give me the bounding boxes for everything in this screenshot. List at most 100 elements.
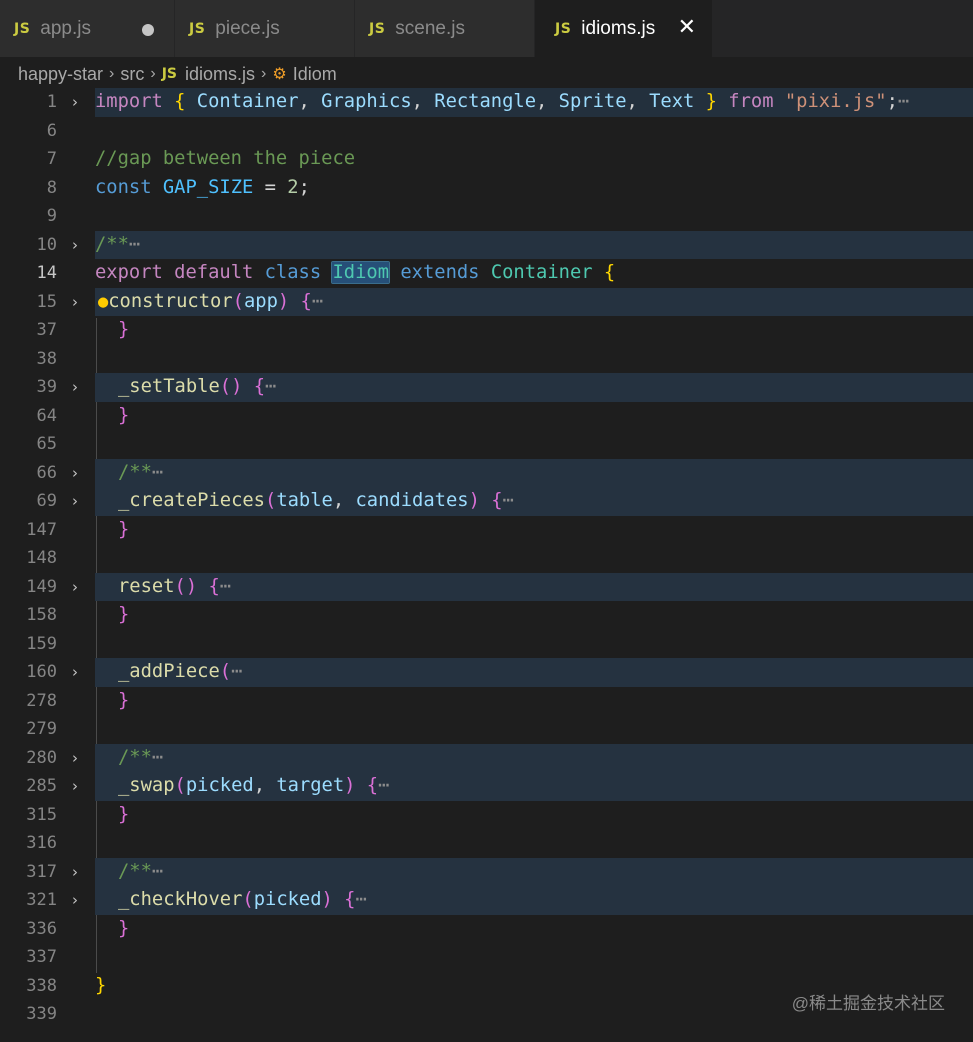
code-line: 38 (0, 345, 973, 374)
code-line: 15 › ●constructor(app) {⋯ (0, 287, 973, 317)
code-line: 285 › _swap(picked, target) {⋯ (0, 772, 973, 801)
code-line: 278 } (0, 687, 973, 716)
code-text: } (118, 319, 130, 340)
js-file-icon: JS (14, 20, 31, 37)
code-line: 160 › _addPiece(⋯ (0, 658, 973, 687)
fold-chevron-icon[interactable]: › (72, 886, 78, 915)
code-line: 147 } (0, 516, 973, 545)
fold-chevron-icon[interactable]: › (72, 88, 78, 117)
watermark: @稀土掘金技术社区 (791, 994, 945, 1013)
line-number: 39 (36, 377, 57, 397)
folded-ellipsis-icon: ⋯ (265, 376, 277, 397)
code-text: } (118, 803, 130, 825)
code-line: 37 } (0, 316, 973, 345)
tab-app-js[interactable]: JS app.js (0, 0, 175, 57)
breadcrumb-src[interactable]: src (120, 64, 144, 85)
tab-piece-js[interactable]: JS piece.js (175, 0, 355, 57)
breadcrumb-file[interactable]: idioms.js (185, 64, 255, 85)
folded-line-highlight (95, 743, 973, 772)
code-line: 6 (0, 117, 973, 146)
breadcrumb: happy-star › src › JS idioms.js › ⚙ Idio… (18, 60, 337, 88)
code-text: import { Container, Graphics, Rectangle,… (95, 91, 910, 112)
line-number: 321 (26, 890, 57, 910)
code-text: _checkHover(picked) {⋯ (118, 889, 367, 910)
code-line: 315 } (0, 801, 973, 830)
line-number: 14 (36, 263, 57, 283)
line-number: 278 (26, 690, 57, 711)
lightbulb-icon[interactable]: ● (98, 292, 108, 312)
line-number: 65 (36, 434, 57, 454)
fold-chevron-icon[interactable]: › (72, 487, 78, 516)
code-line: 65 (0, 430, 973, 459)
line-number: 1 (46, 92, 57, 112)
line-number: 159 (26, 633, 57, 654)
class-symbol-icon: ⚙ (272, 66, 287, 83)
code-line: 39 › _setTable() {⋯ (0, 373, 973, 402)
code-text: /**⋯ (95, 233, 141, 255)
line-number: 10 (36, 234, 57, 255)
folded-ellipsis-icon: ⋯ (355, 889, 367, 910)
fold-chevron-icon[interactable]: › (72, 573, 78, 602)
code-text: } (95, 974, 107, 996)
line-number: 279 (26, 719, 57, 739)
code-line: 159 (0, 630, 973, 659)
line-number: 6 (46, 120, 57, 141)
fold-chevron-icon[interactable]: › (72, 231, 78, 260)
line-number: 315 (26, 804, 57, 825)
code-line: 9 (0, 202, 973, 231)
folded-ellipsis-icon: ⋯ (897, 91, 910, 112)
code-text: /**⋯ (118, 461, 164, 483)
folded-ellipsis-icon: ⋯ (311, 290, 324, 312)
fold-chevron-icon[interactable]: › (72, 744, 78, 773)
folded-ellipsis-icon: ⋯ (378, 775, 390, 796)
code-line: 66 › /**⋯ (0, 458, 973, 488)
fold-chevron-icon[interactable]: › (72, 858, 78, 887)
breadcrumb-folder[interactable]: happy-star (18, 64, 103, 85)
code-editor[interactable]: 1 › import { Container, Graphics, Rectan… (0, 88, 973, 1029)
tab-bar: JS app.js JS piece.js JS scene.js JS idi… (0, 0, 973, 57)
tab-label: piece.js (215, 17, 280, 39)
folded-ellipsis-icon: ⋯ (231, 661, 243, 682)
line-number: 149 (26, 576, 57, 597)
tab-scene-js[interactable]: JS scene.js (355, 0, 535, 57)
folded-line-highlight (95, 230, 973, 259)
code-text: /**⋯ (118, 746, 164, 768)
line-number: 38 (36, 348, 57, 369)
code-text: _createPieces(table, candidates) {⋯ (118, 490, 514, 511)
fold-chevron-icon[interactable]: › (72, 288, 78, 317)
fold-chevron-icon[interactable]: › (72, 459, 78, 488)
line-number: 15 (36, 291, 57, 312)
close-icon[interactable]: ✕ (678, 16, 696, 38)
code-line: 148 (0, 544, 973, 573)
js-file-icon: JS (161, 66, 177, 82)
code-text: const GAP_SIZE = 2; (95, 176, 310, 198)
modified-dot-icon[interactable] (142, 24, 154, 36)
line-number: 158 (26, 605, 57, 625)
js-file-icon: JS (555, 20, 572, 37)
folded-ellipsis-icon: ⋯ (151, 461, 164, 483)
folded-ellipsis-icon: ⋯ (128, 233, 141, 255)
tab-label: idioms.js (581, 17, 656, 39)
line-number: 8 (46, 177, 57, 198)
tab-idioms-js[interactable]: JS idioms.js ✕ (535, 0, 713, 57)
line-number: 37 (36, 320, 57, 340)
fold-chevron-icon[interactable]: › (72, 772, 78, 801)
code-line: 10 › /**⋯ (0, 230, 973, 260)
line-number: 66 (36, 462, 57, 483)
code-line: 337 (0, 943, 973, 972)
folded-ellipsis-icon: ⋯ (219, 575, 232, 597)
chevron-right-icon: › (261, 65, 267, 82)
code-text: _addPiece(⋯ (118, 661, 243, 682)
js-file-icon: JS (189, 20, 206, 37)
code-line: 316 (0, 829, 973, 858)
fold-chevron-icon[interactable]: › (72, 373, 78, 402)
tab-label: app.js (40, 17, 91, 39)
line-number: 148 (26, 548, 57, 568)
fold-chevron-icon[interactable]: › (72, 658, 78, 687)
code-line: 336 } (0, 915, 973, 944)
folded-line-highlight (95, 458, 973, 487)
code-line: 280 › /**⋯ (0, 743, 973, 773)
code-line: 149 › reset() {⋯ (0, 572, 973, 602)
line-number: 339 (26, 1004, 57, 1024)
breadcrumb-symbol[interactable]: Idiom (293, 64, 337, 85)
